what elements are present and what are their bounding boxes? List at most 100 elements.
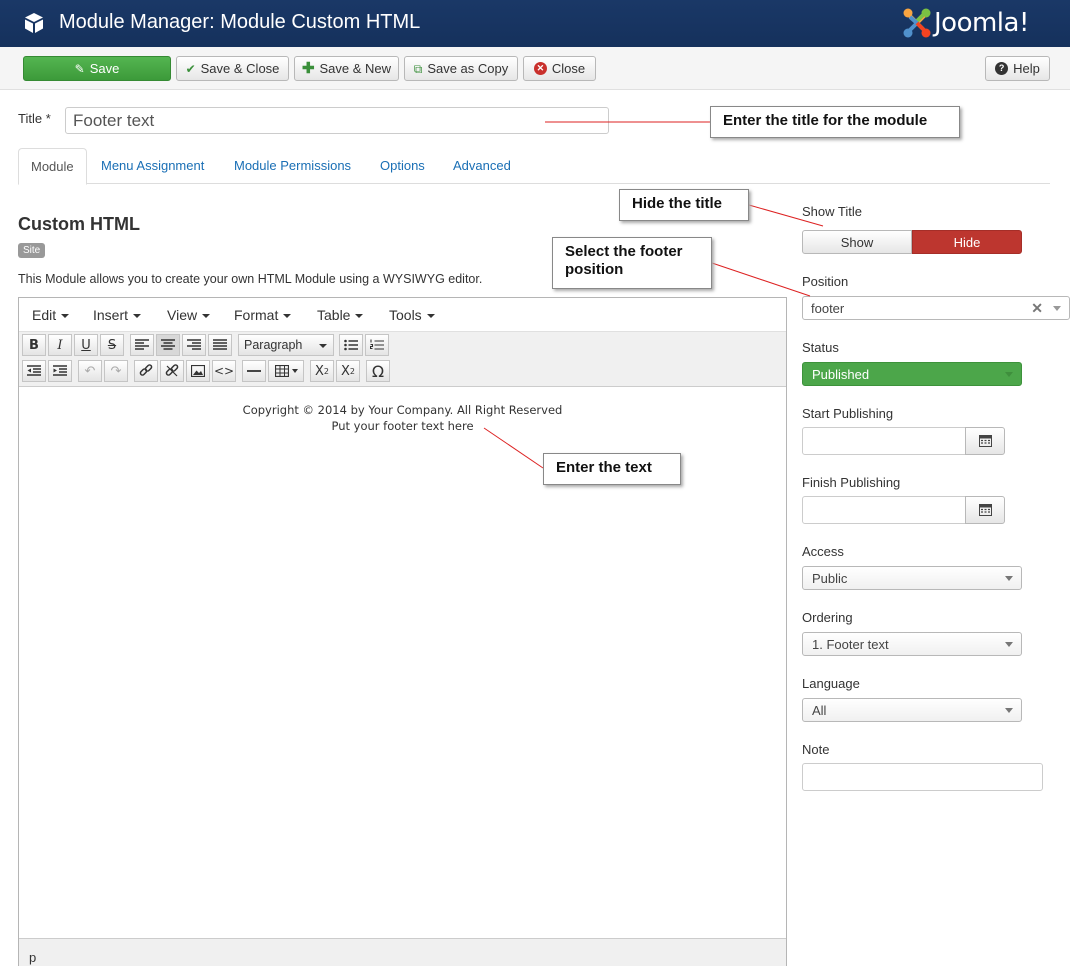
bold-icon[interactable]: B bbox=[22, 334, 46, 356]
superscript-icon[interactable]: X2 bbox=[336, 360, 360, 382]
tab-module[interactable]: Module bbox=[18, 148, 87, 185]
language-label: Language bbox=[802, 676, 860, 691]
tab-module-permissions[interactable]: Module Permissions bbox=[222, 148, 363, 184]
tab-advanced[interactable]: Advanced bbox=[441, 148, 523, 184]
help-label: Help bbox=[1013, 61, 1040, 76]
position-select[interactable]: footer ✕ bbox=[802, 296, 1070, 320]
tab-bar: Module Menu Assignment Module Permission… bbox=[18, 148, 1050, 185]
start-publishing-label: Start Publishing bbox=[802, 406, 894, 421]
content-line-copyright: Copyright © 2014 by Your Company. All Ri… bbox=[242, 403, 563, 417]
save-copy-button[interactable]: ⧉ Save as Copy bbox=[404, 56, 518, 81]
chevron-down-icon bbox=[1005, 642, 1013, 647]
menu-table[interactable]: Table bbox=[317, 307, 364, 323]
note-input[interactable] bbox=[802, 763, 1043, 791]
chevron-down-icon bbox=[202, 314, 211, 318]
editor-menubar: Edit Insert View Format Table Tools bbox=[19, 298, 786, 332]
app-header: Module Manager: Module Custom HTML Jooml… bbox=[0, 0, 1070, 47]
align-justify-icon[interactable] bbox=[208, 334, 232, 356]
save-close-button[interactable]: ✔ Save & Close bbox=[176, 56, 289, 81]
help-button[interactable]: ? Help bbox=[985, 56, 1050, 81]
indent-icon[interactable] bbox=[48, 360, 72, 382]
chevron-down-icon bbox=[1005, 708, 1013, 713]
link-icon[interactable] bbox=[134, 360, 158, 382]
show-title-show-button[interactable]: Show bbox=[802, 230, 912, 254]
status-label: Status bbox=[802, 340, 839, 355]
menu-tools[interactable]: Tools bbox=[389, 307, 435, 323]
align-right-icon[interactable] bbox=[182, 334, 206, 356]
question-icon: ? bbox=[995, 62, 1009, 75]
access-label: Access bbox=[802, 544, 844, 559]
note-label: Note bbox=[802, 742, 830, 757]
italic-icon[interactable]: I bbox=[48, 334, 72, 356]
tab-options[interactable]: Options bbox=[368, 148, 437, 184]
menu-format[interactable]: Format bbox=[234, 307, 292, 323]
strikethrough-icon[interactable]: S bbox=[100, 334, 124, 356]
chevron-down-icon bbox=[61, 314, 70, 318]
editor-statusbar: p bbox=[19, 938, 786, 966]
special-character-icon[interactable]: Ω bbox=[366, 360, 390, 382]
element-path[interactable]: p bbox=[29, 950, 36, 965]
numbered-list-icon[interactable] bbox=[365, 334, 389, 356]
menu-view-label: View bbox=[167, 307, 198, 323]
check-icon: ✔ bbox=[185, 61, 196, 76]
image-icon[interactable] bbox=[186, 360, 210, 382]
save-button[interactable]: ✎ Save bbox=[23, 56, 171, 81]
block-format-select[interactable]: Paragraph bbox=[238, 334, 334, 356]
align-center-icon[interactable] bbox=[156, 334, 180, 356]
content-line-footer: Put your footer text here bbox=[331, 419, 474, 433]
access-value: Public bbox=[812, 571, 848, 586]
chevron-down-icon bbox=[355, 314, 364, 318]
position-label: Position bbox=[802, 274, 849, 289]
bullet-list-icon[interactable] bbox=[339, 334, 363, 356]
position-value: footer bbox=[811, 301, 845, 316]
start-publishing-calendar-button[interactable] bbox=[965, 427, 1005, 455]
chevron-down-icon bbox=[291, 369, 298, 373]
status-select[interactable]: Published bbox=[802, 362, 1022, 386]
tab-menu-assignment[interactable]: Menu Assignment bbox=[89, 148, 216, 184]
outdent-icon[interactable] bbox=[22, 360, 46, 382]
menu-edit[interactable]: Edit bbox=[32, 307, 70, 323]
close-button[interactable]: ✕ Close bbox=[523, 56, 596, 81]
calendar-icon bbox=[978, 504, 992, 516]
underline-icon[interactable]: U bbox=[74, 334, 98, 356]
chevron-down-icon bbox=[1005, 576, 1013, 581]
start-publishing-input[interactable] bbox=[802, 427, 966, 455]
save-new-label: Save & New bbox=[319, 61, 392, 76]
module-description: This Module allows you to create your ow… bbox=[18, 272, 483, 286]
callout-footer-position: Select the footer position bbox=[552, 237, 712, 289]
chevron-down-icon bbox=[133, 314, 142, 318]
menu-insert[interactable]: Insert bbox=[93, 307, 142, 323]
ordering-value: 1. Footer text bbox=[812, 637, 889, 652]
joomla-logo: Joomla! bbox=[902, 6, 1052, 40]
chevron-down-icon bbox=[426, 314, 435, 318]
chevron-down-icon bbox=[283, 314, 292, 318]
title-input[interactable] bbox=[65, 107, 609, 134]
chevron-down-icon bbox=[319, 344, 327, 348]
finish-publishing-label: Finish Publishing bbox=[802, 475, 901, 490]
ordering-select[interactable]: 1. Footer text bbox=[802, 632, 1022, 656]
finish-publishing-calendar-button[interactable] bbox=[965, 496, 1005, 524]
plus-icon: ✚ bbox=[301, 60, 315, 77]
language-select[interactable]: All bbox=[802, 698, 1022, 722]
save-close-label: Save & Close bbox=[200, 61, 280, 76]
access-select[interactable]: Public bbox=[802, 566, 1022, 590]
save-new-button[interactable]: ✚ Save & New bbox=[294, 56, 399, 81]
table-icon[interactable] bbox=[268, 360, 304, 382]
undo-icon[interactable]: ↶ bbox=[78, 360, 102, 382]
copy-icon: ⧉ bbox=[413, 61, 423, 76]
edit-icon: ✎ bbox=[74, 61, 85, 76]
finish-publishing-input[interactable] bbox=[802, 496, 966, 524]
menu-view[interactable]: View bbox=[167, 307, 211, 323]
align-left-icon[interactable] bbox=[130, 334, 154, 356]
show-title-hide-button[interactable]: Hide bbox=[912, 230, 1022, 254]
code-icon[interactable]: <> bbox=[212, 360, 236, 382]
chevron-down-icon bbox=[1005, 372, 1013, 377]
clear-icon[interactable]: ✕ bbox=[1031, 300, 1043, 317]
redo-icon[interactable]: ↷ bbox=[104, 360, 128, 382]
subscript-icon[interactable]: X2 bbox=[310, 360, 334, 382]
menu-format-label: Format bbox=[234, 307, 279, 323]
module-type-heading: Custom HTML bbox=[18, 214, 140, 234]
horizontal-rule-icon[interactable] bbox=[242, 360, 266, 382]
site-badge: Site bbox=[18, 243, 46, 258]
unlink-icon[interactable] bbox=[160, 360, 184, 382]
